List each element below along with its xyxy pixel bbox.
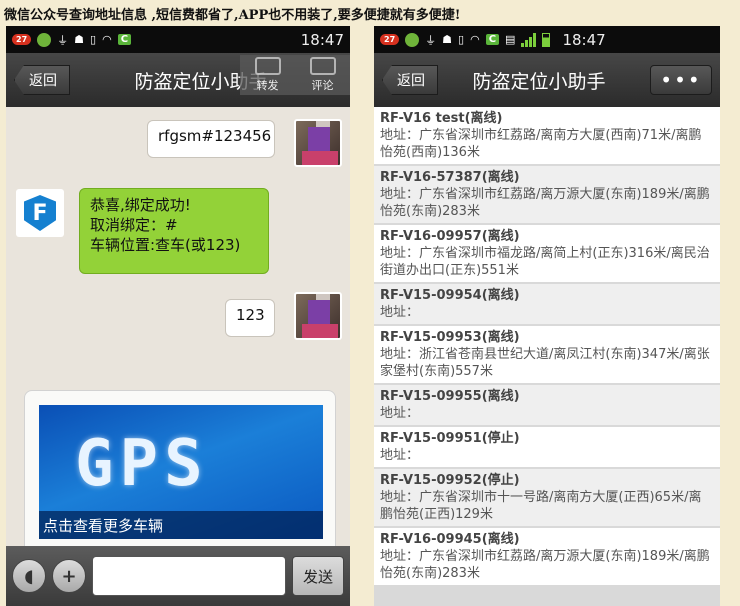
wifi-icon: ◠ [102, 33, 112, 46]
vehicle-address: 地址：广东省深圳市福龙路/离简上村(正东)316米/离民治街道办出口(正东)55… [380, 246, 710, 278]
vehicle-list-item[interactable]: RF-V16-09957(离线) 地址：广东省深圳市福龙路/离简上村(正东)316… [374, 225, 720, 282]
vehicle-address: 地址：广东省深圳市红荔路/离万源大厦(东南)189米/离鹏怡苑(东南)283米 [380, 187, 710, 219]
vehicle-list-screen: 27 ⏚ ☗ ▯ ◠ C ▤ 18:47 返回 防盗定位小助手 ••• RF-V… [374, 26, 720, 606]
vehicle-name: RF-V16-09957(离线) [380, 229, 520, 244]
message-input[interactable] [92, 556, 286, 596]
rf-logo-icon: F [24, 195, 56, 231]
vehicle-address: 地址：广东省深圳市红荔路/离万源大厦(东南)189米/离鹏怡苑(东南)283米 [380, 549, 710, 581]
vehicle-list-item[interactable]: RF-V15-09951(停止) 地址： [374, 427, 720, 467]
vehicle-name: RF-V16-57387(离线) [380, 170, 520, 185]
bot-avatar[interactable]: F [16, 189, 64, 237]
app-notification-icon [37, 32, 52, 47]
user-avatar[interactable] [294, 292, 342, 340]
share-overlay: 转发 评论 [240, 55, 350, 95]
forward-label: 转发 [256, 79, 279, 92]
status-bar: 27 ⏚ ☗ ▯ ◠ C ▤ 18:47 [374, 26, 720, 53]
back-button[interactable]: 返回 [382, 65, 438, 95]
vehicle-name: RF-V16 test(离线) [380, 111, 503, 126]
plus-icon[interactable]: + [52, 559, 86, 593]
sim-icon: ▤ [505, 33, 516, 46]
android-icon: ☗ [442, 33, 453, 46]
vehicle-address: 地址： [380, 305, 420, 320]
card-caption: 点击查看更多车辆 [39, 511, 323, 539]
usb-icon: ⏚ [57, 33, 69, 47]
page-headline: 微信公众号查询地址信息 ,短信费都省了,APP也不用装了,要多便捷就有多便捷! [4, 8, 461, 23]
notification-badge: 27 [380, 34, 400, 45]
wifi-icon: ◠ [470, 33, 480, 46]
c-app-icon: C [485, 34, 500, 45]
chat-area[interactable]: rfgsm#123456 F 恭喜,绑定成功! 取消绑定：# 车辆位置:查车(或… [6, 107, 350, 606]
vehicle-address: 地址： [380, 448, 420, 463]
vehicle-list[interactable]: RF-V16 test(离线) 地址：广东省深圳市红荔路/离南方大厦(西南)71米… [374, 107, 720, 606]
bot-message-line: 取消绑定：# [90, 216, 178, 234]
clock: 18:47 [562, 30, 606, 49]
bot-message-line: 车辆位置:查车(或123) [90, 236, 241, 254]
user-message: rfgsm#123456 [147, 120, 275, 158]
user-message: 123 [225, 299, 275, 337]
vehicle-list-item[interactable]: RF-V16 test(离线) 地址：广东省深圳市红荔路/离南方大厦(西南)71米… [374, 107, 720, 164]
notification-badge: 27 [12, 34, 32, 45]
send-button[interactable]: 发送 [292, 556, 344, 596]
voice-icon[interactable]: ◖ [12, 559, 46, 593]
status-bar: 27 ⏚ ☗ ▯ ◠ C 18:47 [6, 26, 350, 53]
signal-icon [521, 32, 537, 47]
usb-icon: ⏚ [425, 33, 437, 47]
vehicle-list-item[interactable]: RF-V16-09945(离线) 地址：广东省深圳市红荔路/离万源大厦(东南)18… [374, 528, 720, 585]
vehicle-name: RF-V15-09953(离线) [380, 330, 520, 345]
user-avatar[interactable] [294, 119, 342, 167]
gps-logo-text: GPS [75, 427, 209, 501]
android-icon: ☗ [74, 33, 85, 46]
bot-message: 恭喜,绑定成功! 取消绑定：# 车辆位置:查车(或123) [79, 188, 269, 274]
comment-icon [309, 57, 336, 75]
vehicle-list-item[interactable]: RF-V15-09955(离线) 地址： [374, 385, 720, 425]
vehicle-name: RF-V15-09955(离线) [380, 389, 520, 404]
chat-screen: 27 ⏚ ☗ ▯ ◠ C 18:47 返回 防盗定位小助手 转发 评论 rfgs… [6, 26, 350, 606]
gps-banner-image[interactable]: GPS 点击查看更多车辆 [39, 405, 323, 539]
title-bar: 返回 防盗定位小助手 ••• [374, 53, 720, 107]
vehicle-name: RF-V15-09951(停止) [380, 431, 520, 446]
vehicle-list-item[interactable]: RF-V16-57387(离线) 地址：广东省深圳市红荔路/离万源大厦(东南)18… [374, 166, 720, 223]
vehicle-list-item[interactable]: RF-V15-09953(离线) 地址：浙江省苍南县世纪大道/离凤江村(东南)34… [374, 326, 720, 383]
page-title: 防盗定位小助手 [472, 70, 606, 93]
input-bar: ◖ + 发送 [6, 546, 350, 606]
vibrate-icon: ▯ [90, 33, 97, 46]
app-notification-icon [405, 32, 420, 47]
comment-label: 评论 [311, 79, 334, 92]
back-button[interactable]: 返回 [14, 65, 70, 95]
more-menu-button[interactable]: ••• [650, 65, 712, 95]
vehicle-name: RF-V16-09945(离线) [380, 532, 520, 547]
clock: 18:47 [300, 30, 344, 49]
vehicle-list-item[interactable]: RF-V15-09952(停止) 地址：广东省深圳市十一号路/离南方大厦(正西)6… [374, 469, 720, 526]
vehicle-address: 地址：广东省深圳市十一号路/离南方大厦(正西)65米/离鹏怡苑(正西)129米 [380, 490, 702, 522]
comment-button[interactable]: 评论 [295, 55, 350, 95]
vibrate-icon: ▯ [458, 33, 465, 46]
vehicle-list-item[interactable]: RF-V15-09954(离线) 地址： [374, 284, 720, 324]
bot-message-line: 恭喜,绑定成功! [90, 196, 191, 214]
vehicle-address: 地址： [380, 406, 420, 421]
forward-button[interactable]: 转发 [240, 55, 295, 95]
vehicle-name: RF-V15-09952(停止) [380, 473, 520, 488]
vehicle-address: 地址：广东省深圳市红荔路/离南方大厦(西南)71米/离鹏怡苑(西南)136米 [380, 128, 702, 160]
vehicle-address: 地址：浙江省苍南县世纪大道/离凤江村(东南)347米/离张家堡村(东南)557米 [380, 347, 710, 379]
vehicle-card[interactable]: GPS 点击查看更多车辆 [24, 390, 336, 570]
battery-icon [542, 32, 551, 47]
c-app-icon: C [117, 34, 132, 45]
forward-icon [254, 57, 281, 75]
vehicle-name: RF-V15-09954(离线) [380, 288, 520, 303]
